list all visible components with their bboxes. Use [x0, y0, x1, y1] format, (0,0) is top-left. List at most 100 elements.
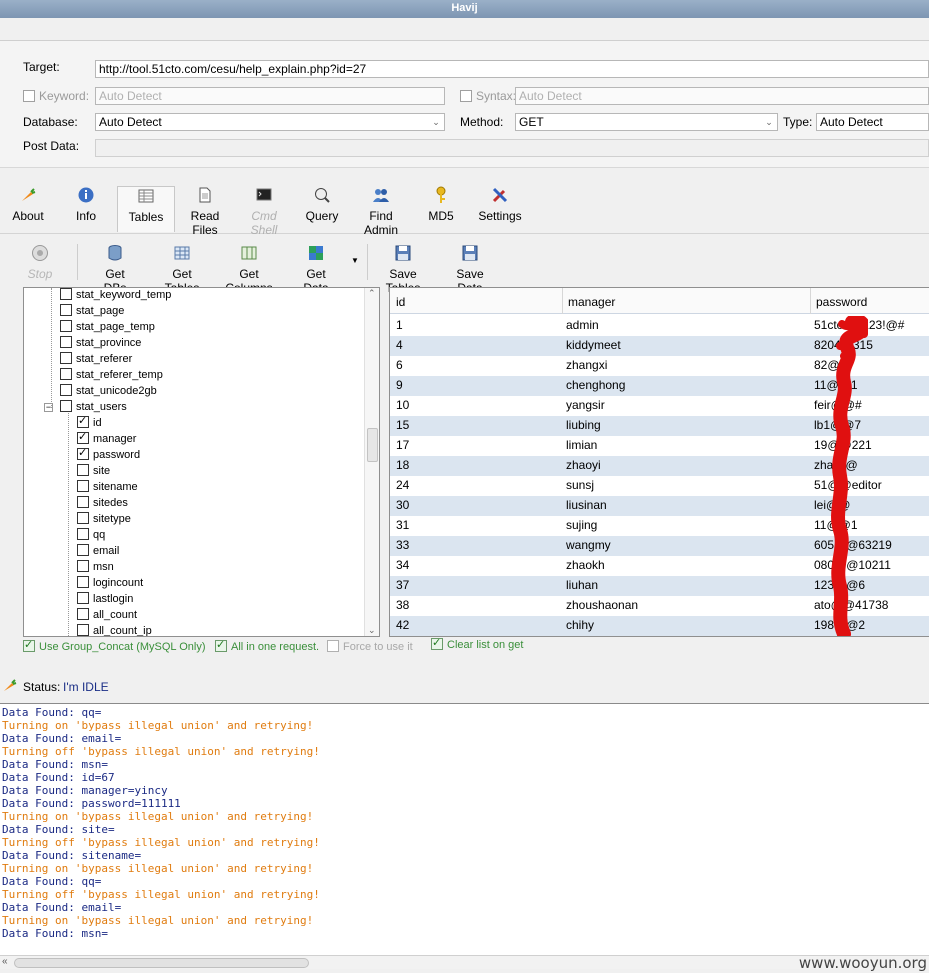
cmd-shell-button[interactable]: Cmd Shell	[238, 186, 290, 237]
cell-id: 15	[396, 418, 410, 432]
scrollbar-thumb[interactable]	[367, 428, 378, 462]
query-button[interactable]: Query	[304, 186, 340, 232]
log-horizontal-scrollbar[interactable]: «	[0, 955, 929, 969]
tree-column-item[interactable]: msn	[77, 560, 114, 576]
column-checkbox[interactable]	[77, 512, 89, 524]
syntax-input[interactable]: Auto Detect	[515, 87, 929, 105]
log-output[interactable]: Data Found: qq= Turning on 'bypass illega…	[0, 703, 929, 955]
tree-scrollbar[interactable]: ⌃ ⌄	[364, 288, 379, 636]
tree-column-item[interactable]: all_count	[77, 608, 137, 624]
table-checkbox[interactable]	[60, 320, 72, 332]
database-select[interactable]: Auto Detect ⌄	[95, 113, 445, 131]
type-select[interactable]: Auto Detect	[816, 113, 929, 131]
tree-column-item[interactable]: manager	[77, 431, 136, 448]
table-checkbox[interactable]	[60, 304, 72, 316]
group-concat-checkbox[interactable]	[23, 639, 35, 652]
columns-icon	[241, 246, 257, 260]
all-in-one-checkbox[interactable]	[215, 639, 227, 652]
postdata-input[interactable]	[95, 139, 929, 157]
log-line: Data Found: manager=yincy	[2, 784, 168, 797]
table-checkbox[interactable]	[60, 352, 72, 364]
tree-column-item[interactable]: sitetype	[77, 512, 131, 528]
scroll-left-icon[interactable]: «	[2, 956, 8, 967]
column-checkbox[interactable]	[77, 415, 89, 428]
group-concat-option[interactable]: Use Group_Concat (MySQL Only)	[23, 639, 205, 653]
clear-list-checkbox[interactable]	[431, 637, 443, 650]
chevron-down-icon[interactable]: ⌄	[429, 115, 443, 129]
tree-table-item-expanded[interactable]: − stat_users	[44, 400, 127, 416]
column-header-manager[interactable]: manager	[568, 295, 615, 309]
column-header-password[interactable]: password	[816, 295, 867, 309]
table-checkbox[interactable]	[60, 400, 72, 412]
column-checkbox[interactable]	[77, 496, 89, 508]
cell-id: 34	[396, 558, 410, 572]
tree-column-item[interactable]: sitedes	[77, 496, 128, 512]
column-checkbox[interactable]	[77, 464, 89, 476]
tree-column-item[interactable]: lastlogin	[77, 592, 133, 608]
all-in-one-option[interactable]: All in one request.	[215, 639, 319, 653]
syntax-checkbox[interactable]	[460, 90, 472, 102]
data-grid[interactable]: id manager password 1 admin 51cto2@123!@# 4…	[389, 287, 929, 637]
tree-table-item[interactable]: stat_referer_temp	[60, 368, 163, 384]
tree-column-item[interactable]: qq	[77, 528, 105, 544]
find-admin-button[interactable]: Find Admin	[353, 186, 409, 237]
log-line: Turning on 'bypass illegal union' and re…	[2, 719, 314, 732]
tree-table-item[interactable]: stat_referer	[60, 352, 132, 368]
target-url-input[interactable]: http://tool.51cto.com/cesu/help_explain.…	[95, 60, 929, 78]
column-checkbox[interactable]	[77, 528, 89, 540]
tree-table-item[interactable]: stat_page_temp	[60, 320, 155, 336]
tree-table-item[interactable]: stat_keyword_temp	[60, 288, 171, 304]
tree-column-item[interactable]: sitename	[77, 480, 138, 496]
column-checkbox[interactable]	[77, 592, 89, 604]
scrollbar-thumb[interactable]	[14, 958, 309, 968]
table-checkbox[interactable]	[60, 384, 72, 396]
tree-column-item[interactable]: password	[77, 447, 141, 464]
keyword-checkbox[interactable]	[23, 90, 35, 102]
table-checkbox[interactable]	[60, 368, 72, 380]
get-data-dropdown-icon[interactable]: ▼	[350, 256, 360, 265]
column-checkbox[interactable]	[77, 431, 89, 444]
stop-button[interactable]: Stop	[24, 244, 56, 281]
table-checkbox[interactable]	[60, 288, 72, 300]
info-button[interactable]: Info	[68, 186, 104, 232]
tree-column-item[interactable]: logincount	[77, 576, 143, 592]
tab-tables[interactable]: Tables	[117, 186, 175, 232]
column-header-id[interactable]: id	[396, 295, 405, 309]
force-checkbox[interactable]	[327, 640, 339, 652]
md5-button[interactable]: MD5	[426, 186, 456, 232]
settings-button[interactable]: Settings	[477, 186, 523, 232]
collapse-icon[interactable]: −	[44, 403, 53, 412]
column-name: password	[93, 449, 141, 461]
column-checkbox[interactable]	[77, 624, 89, 636]
column-checkbox[interactable]	[77, 576, 89, 588]
clear-list-option[interactable]: Clear list on get	[431, 637, 523, 651]
tree-table-item[interactable]: stat_unicode2gb	[60, 384, 157, 400]
tree-table-item[interactable]: stat_province	[60, 336, 141, 352]
table-name: stat_unicode2gb	[76, 385, 157, 397]
read-files-button[interactable]: Read Files	[178, 186, 232, 237]
scroll-down-icon[interactable]: ⌄	[368, 625, 376, 636]
tree-table-item[interactable]: stat_page	[60, 304, 124, 320]
keyword-input[interactable]: Auto Detect	[95, 87, 445, 105]
schema-tree[interactable]: stat_keyword_temp stat_page stat_page_te…	[23, 287, 380, 637]
tree-column-item[interactable]: email	[77, 544, 119, 560]
column-checkbox[interactable]	[77, 447, 89, 460]
status-bar: Status: I'm IDLE	[0, 663, 929, 703]
tree-column-item[interactable]: id	[77, 415, 102, 432]
column-checkbox[interactable]	[77, 560, 89, 572]
tree-column-item[interactable]: all_count_ip	[77, 624, 152, 636]
scroll-up-icon[interactable]: ⌃	[368, 288, 376, 299]
column-checkbox[interactable]	[77, 544, 89, 556]
method-select[interactable]: GET ⌄	[515, 113, 778, 131]
chevron-down-icon[interactable]: ⌄	[762, 115, 776, 129]
header-divider[interactable]	[562, 288, 563, 314]
tree-column-item[interactable]: site	[77, 464, 110, 480]
database-value: Auto Detect	[99, 115, 162, 129]
header-divider[interactable]	[810, 288, 811, 314]
column-checkbox[interactable]	[77, 608, 89, 620]
column-checkbox[interactable]	[77, 480, 89, 492]
force-option[interactable]: Force to use it	[327, 640, 413, 653]
table-checkbox[interactable]	[60, 336, 72, 348]
cell-id: 33	[396, 538, 410, 552]
about-button[interactable]: About	[8, 186, 48, 232]
